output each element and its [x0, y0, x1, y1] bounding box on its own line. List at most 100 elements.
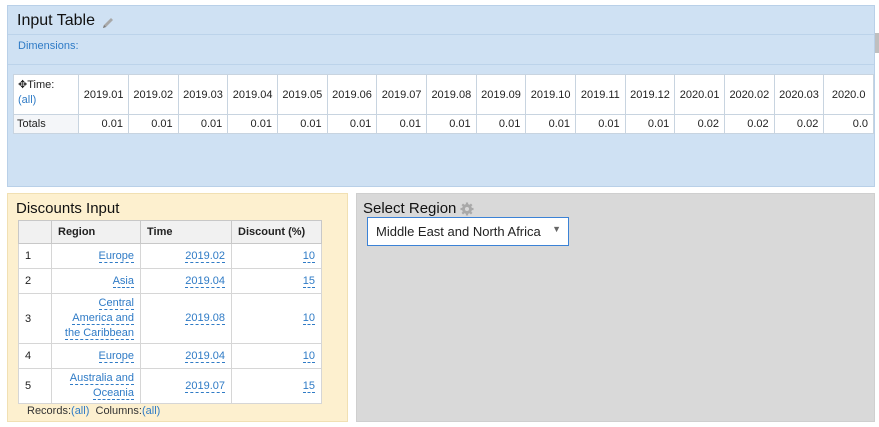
totals-cell[interactable]: 0.02	[674, 114, 725, 134]
pivot-table: ✥Time: (all) 2019.01 2019.02 2019.03 2019.0…	[12, 74, 874, 134]
region-cell-value: Europe	[98, 249, 134, 263]
scrollbar-thumb[interactable]	[875, 33, 879, 53]
table-row: 5 Australia and Oceania 2019.07 15	[18, 368, 322, 404]
columns-filter-link[interactable]: (all)	[142, 405, 160, 417]
region-cell-value: Europe	[98, 349, 134, 363]
region-cell[interactable]: Asia	[51, 268, 141, 294]
region-column-header[interactable]: Region	[51, 220, 141, 244]
region-cell[interactable]: Australia and Oceania	[51, 368, 141, 404]
time-column-header: 2019.10	[525, 74, 576, 115]
time-cell-value: 2019.04	[185, 274, 225, 288]
time-cell[interactable]: 2019.07	[140, 368, 232, 404]
discount-column-header[interactable]: Discount (%)	[231, 220, 322, 244]
time-cell[interactable]: 2019.02	[140, 243, 232, 269]
time-column-header: 2020.02	[723, 74, 775, 115]
records-label: Records:	[27, 405, 72, 417]
records-filter-link[interactable]: (all)	[71, 405, 89, 417]
time-cell-value: 2019.04	[185, 349, 225, 363]
time-cell[interactable]: 2019.08	[140, 293, 232, 344]
divider	[8, 64, 874, 65]
totals-cell[interactable]: 0.01	[227, 114, 278, 134]
time-column-header: 2019.08	[425, 74, 477, 115]
discount-cell-value: 10	[302, 349, 315, 363]
pencil-icon[interactable]	[100, 15, 116, 31]
totals-cell[interactable]: 0.01	[326, 114, 378, 134]
discount-cell[interactable]: 10	[231, 243, 322, 269]
time-cell-value: 2019.02	[185, 249, 225, 263]
row-number: 4	[18, 343, 52, 369]
totals-cell[interactable]: 0.01	[575, 114, 626, 134]
row-number-value: 4	[25, 350, 32, 362]
select-region-panel: Select Region Middle East and North Afri…	[356, 193, 875, 422]
totals-cell[interactable]: 0.01	[177, 114, 229, 134]
row-number: 3	[18, 293, 52, 344]
region-cell-value: Central America and the Caribbean	[64, 297, 134, 340]
table-row: 4 Europe 2019.04 10	[18, 343, 322, 369]
discount-cell[interactable]: 10	[231, 293, 322, 344]
time-dimension-header[interactable]: ✥Time: (all)	[12, 74, 80, 115]
discount-cell[interactable]: 15	[231, 368, 322, 404]
dimensions-label[interactable]: Dimensions:	[18, 40, 79, 52]
time-column-header: 2019.03	[177, 74, 229, 115]
region-cell-value: Australia and Oceania	[69, 372, 134, 400]
discounts-title: Discounts Input	[16, 200, 120, 217]
totals-cell[interactable]: 0.01	[475, 114, 527, 134]
totals-cell[interactable]: 0.01	[525, 114, 576, 134]
input-table-title: Input Table	[17, 12, 95, 29]
time-column-header: 2019.11	[575, 74, 626, 115]
move-icon[interactable]: ✥	[18, 79, 27, 91]
time-column-header: 2019.12	[624, 74, 676, 115]
time-column-header: 2019.06	[326, 74, 378, 115]
time-column-header: 2019.07	[376, 74, 427, 115]
time-filter-link[interactable]: (all)	[18, 94, 36, 106]
discount-cell[interactable]: 15	[231, 268, 322, 294]
time-column-header: 2019.04	[227, 74, 278, 115]
time-column-header: 2020.0	[823, 74, 874, 115]
totals-cell[interactable]: 0.01	[624, 114, 676, 134]
row-number: 2	[18, 268, 52, 294]
columns-label: Columns:	[95, 405, 142, 417]
discount-cell-value: 10	[302, 312, 315, 325]
time-column-header: 2019.05	[276, 74, 328, 115]
totals-cell[interactable]: 0.02	[723, 114, 775, 134]
row-number-value: 1	[25, 250, 32, 262]
totals-cell[interactable]: 0.02	[773, 114, 825, 134]
totals-cell[interactable]: 0.01	[78, 114, 129, 134]
row-number-value: 3	[25, 312, 32, 325]
region-select-value: Middle East and North Africa	[376, 224, 541, 239]
row-number: 1	[18, 243, 52, 269]
time-cell-value: 2019.07	[185, 379, 225, 393]
time-cell[interactable]: 2019.04	[140, 268, 232, 294]
time-column-header[interactable]: Time	[140, 220, 232, 244]
time-column-header: 2020.01	[674, 74, 725, 115]
region-select-dropdown[interactable]: Middle East and North Africa ▼	[367, 217, 569, 246]
time-column-header: 2019.01	[78, 74, 129, 115]
discounts-footer: Records:(all) Columns:(all)	[27, 405, 160, 417]
row-number-value: 5	[25, 380, 32, 392]
region-cell[interactable]: Europe	[51, 343, 141, 369]
time-label: Time:	[27, 79, 55, 91]
totals-cell[interactable]: 0.01	[276, 114, 328, 134]
discounts-input-panel: Discounts Input Region Time Discount (%)…	[7, 193, 348, 422]
region-cell[interactable]: Europe	[51, 243, 141, 269]
discounts-table: Region Time Discount (%) 1 Europe 2019.02 1…	[18, 220, 322, 404]
row-number: 5	[18, 368, 52, 404]
totals-cell[interactable]: 0.01	[127, 114, 179, 134]
discount-cell-value: 10	[302, 249, 315, 263]
totals-cell[interactable]: 0.01	[425, 114, 477, 134]
discount-cell[interactable]: 10	[231, 343, 322, 369]
time-cell[interactable]: 2019.04	[140, 343, 232, 369]
gear-icon[interactable]	[460, 202, 474, 216]
region-cell[interactable]: Central America and the Caribbean	[51, 293, 141, 344]
time-column-header: 2020.03	[773, 74, 825, 115]
select-region-title: Select Region	[363, 200, 457, 217]
table-row: 1 Europe 2019.02 10	[18, 243, 322, 269]
totals-cell[interactable]: 0.0	[823, 114, 874, 134]
time-column-header: 2019.09	[475, 74, 527, 115]
totals-cell[interactable]: 0.01	[376, 114, 427, 134]
region-cell-value: Asia	[112, 274, 134, 288]
row-number-header	[18, 220, 52, 244]
chevron-down-icon: ▼	[552, 224, 561, 234]
input-table-panel: Input Table Dimensions: ✥Time: (all) 201…	[7, 5, 875, 187]
totals-row-label: Totals	[12, 114, 80, 134]
